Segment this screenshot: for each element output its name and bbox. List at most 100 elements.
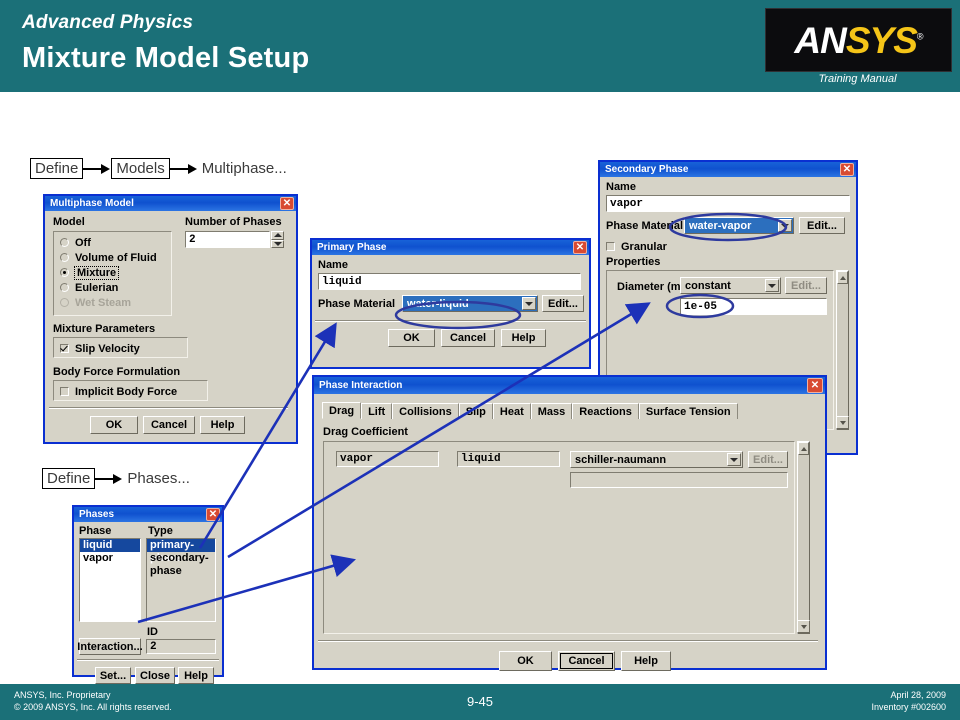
dialog-titlebar[interactable]: Phases ✕ [74,507,222,522]
drag-law-value: schiller-naumann [575,453,667,466]
phase-list[interactable]: liquid vapor [79,538,141,622]
id-input[interactable]: 2 [146,639,216,654]
phase-material-select[interactable]: water-liquid [402,295,538,312]
checkbox-slip-velocity[interactable]: Slip Velocity [54,341,187,356]
list-item[interactable]: secondary-phase [147,552,215,577]
close-icon[interactable]: ✕ [280,197,294,210]
chevron-down-icon[interactable] [765,279,779,292]
phase-b-field: liquid [457,451,560,467]
menu-item-define[interactable]: Define [42,468,96,489]
dialog-titlebar[interactable]: Primary Phase ✕ [312,240,589,255]
menu-arrow-icon [169,163,198,174]
dialog-titlebar[interactable]: Phase Interaction ✕ [314,377,825,394]
close-icon[interactable]: ✕ [840,163,854,176]
divider [318,641,818,642]
multiphase-model-dialog: Multiphase Model ✕ Model Off Volume of F… [43,194,298,444]
radio-label: Mixture [73,265,120,280]
tab-mass[interactable]: Mass [530,403,573,419]
phase-material-edit-button[interactable]: Edit... [542,295,584,312]
phase-material-label: Phase Material [318,298,396,310]
help-button[interactable]: Help [501,329,546,347]
close-icon[interactable]: ✕ [807,378,823,393]
menu-item-models[interactable]: Models [111,158,170,179]
drag-law-select[interactable]: schiller-naumann [570,451,743,468]
tab-collisions[interactable]: Collisions [392,403,459,419]
radio-eulerian[interactable]: Eulerian [54,280,171,295]
tab-reactions[interactable]: Reactions [572,403,639,419]
footer-inventory: Inventory #002600 [871,702,946,712]
radio-volume-of-fluid[interactable]: Volume of Fluid [54,250,171,265]
name-input[interactable]: liquid [318,273,581,290]
checkbox-granular[interactable]: Granular [600,239,667,254]
phase-material-value: water-liquid [407,297,469,310]
radio-icon-selected [60,268,69,277]
ok-button[interactable]: OK [90,416,138,434]
ok-button[interactable]: OK [499,651,552,671]
chevron-down-icon[interactable] [522,297,536,310]
ok-button[interactable]: OK [388,329,435,347]
number-of-phases-stepper[interactable] [271,231,284,248]
tab-surface-tension[interactable]: Surface Tension [638,403,738,419]
properties-scrollbar[interactable] [836,270,849,430]
menu-item-multiphase[interactable]: Multiphase... [198,160,287,177]
cancel-button[interactable]: Cancel [441,329,495,347]
radio-mixture[interactable]: Mixture [54,265,171,280]
close-button[interactable]: Close [135,667,175,684]
name-input[interactable]: vapor [606,195,850,212]
registered-trademark-icon: ® [916,31,924,42]
stepper-up-icon[interactable] [271,231,284,240]
interaction-tabs[interactable]: Drag Lift Collisions Slip Heat Mass Reac… [322,402,738,419]
help-button[interactable]: Help [178,667,214,684]
phase-material-select[interactable]: water-vapor [684,217,794,234]
tab-heat[interactable]: Heat [492,403,531,419]
divider [49,408,288,409]
cancel-button[interactable]: Cancel [558,651,615,671]
radio-label: Off [75,236,91,249]
scroll-up-icon[interactable] [837,271,848,284]
menu-arrow-icon [83,163,111,174]
close-icon[interactable]: ✕ [573,241,587,254]
slide-footer: ANSYS, Inc. Proprietary © 2009 ANSYS, In… [0,684,960,720]
tab-slip[interactable]: Slip [458,403,493,419]
cancel-button[interactable]: Cancel [143,416,195,434]
interaction-button[interactable]: Interaction... [77,638,143,655]
help-button[interactable]: Help [200,416,245,434]
divider [77,660,219,661]
tab-lift[interactable]: Lift [361,403,393,419]
set-button[interactable]: Set... [95,667,131,684]
footer-meta: April 28, 2009 Inventory #002600 [871,689,946,713]
phase-material-value: water-vapor [689,219,752,232]
phase-material-edit-button[interactable]: Edit... [799,217,845,234]
number-of-phases-label: Number of Phases [185,216,282,228]
mixture-parameters-group: Slip Velocity [53,337,188,358]
checkbox-implicit-body-force[interactable]: Implicit Body Force [54,384,207,399]
menu-path-models: Define Models Multiphase... [30,158,287,179]
dialog-titlebar[interactable]: Secondary Phase ✕ [600,162,856,177]
slide-header: Advanced Physics Mixture Model Setup ANS… [0,0,960,92]
dialog-titlebar[interactable]: Multiphase Model ✕ [45,196,296,211]
stepper-down-icon[interactable] [271,239,284,248]
scroll-down-icon[interactable] [797,620,810,633]
list-item[interactable]: primary-phase [147,539,215,564]
name-label: Name [318,259,348,271]
menu-item-define[interactable]: Define [30,158,84,179]
type-list[interactable]: primary-phase secondary-phase [146,538,216,622]
chevron-down-icon[interactable] [727,453,741,466]
drag-scrollbar[interactable] [797,441,810,634]
scroll-down-icon[interactable] [836,416,849,429]
number-of-phases-input[interactable]: 2 [185,231,270,248]
close-icon[interactable]: ✕ [206,508,220,521]
list-item[interactable]: liquid [80,539,140,552]
drag-law-extra-field[interactable] [570,472,788,488]
menu-item-phases[interactable]: Phases... [123,470,190,487]
list-item[interactable]: vapor [80,552,140,565]
help-button[interactable]: Help [621,651,671,671]
radio-label: Wet Steam [75,296,132,309]
scroll-up-icon[interactable] [798,442,809,455]
radio-off[interactable]: Off [54,235,171,250]
primary-phase-dialog: Primary Phase ✕ Name liquid Phase Materi… [310,238,591,369]
tab-drag[interactable]: Drag [322,402,362,419]
diameter-value-input[interactable]: 1e-05 [680,298,827,315]
diameter-method-select[interactable]: constant [680,277,781,294]
chevron-down-icon[interactable] [778,219,792,232]
